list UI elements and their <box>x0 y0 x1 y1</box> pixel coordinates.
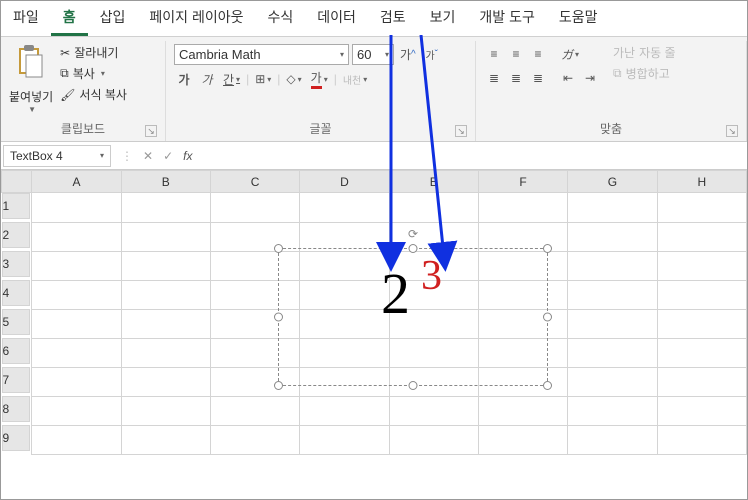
tab-file[interactable]: 파일 <box>1 1 51 36</box>
tab-home[interactable]: 홈 <box>51 1 88 36</box>
tab-view[interactable]: 보기 <box>418 1 468 36</box>
tab-help[interactable]: 도움말 <box>547 1 610 36</box>
worksheet-grid: A B C D E F G H 1 2 3 4 5 6 7 8 9 ⟳ 2 3 <box>1 170 747 455</box>
tab-page-layout[interactable]: 페이지 레이아웃 <box>137 1 255 36</box>
tab-developer[interactable]: 개발 도구 <box>467 1 546 36</box>
ribbon-tabs: 파일 홈 삽입 페이지 레이아웃 수식 데이터 검토 보기 개발 도구 도움말 <box>1 1 747 37</box>
tab-formulas[interactable]: 수식 <box>255 1 305 36</box>
tab-review[interactable]: 검토 <box>368 1 418 36</box>
tab-insert[interactable]: 삽입 <box>88 1 138 36</box>
tab-data[interactable]: 데이터 <box>305 1 368 36</box>
annotation-arrow <box>1 35 748 435</box>
